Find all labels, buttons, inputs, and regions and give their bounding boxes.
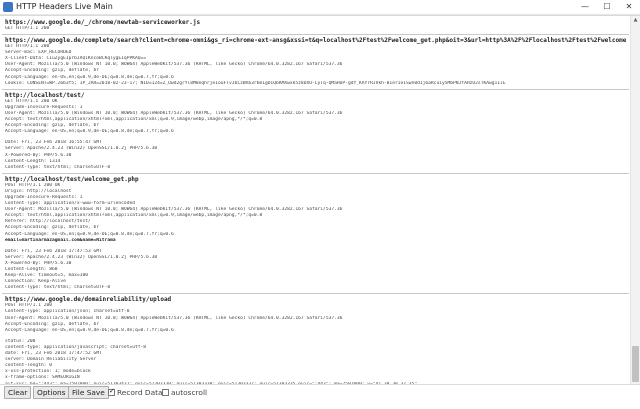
entry-url: https://www.google.de/complete/search?cl… [5, 37, 626, 45]
close-button[interactable]: ✕ [618, 0, 640, 14]
entry-url: https://www.google.de/domainreliability/… [5, 296, 172, 304]
log-entry: https://www.google.de/domainreliability/… [2, 294, 629, 391]
log-entry: http://localhost/test/welcome_get.php POS… [2, 174, 629, 295]
entry-header-line: Cookie: CONSENT=WP.26b3f5; 1P_JAR=2018-0… [5, 80, 506, 86]
entry-header-line: Content-Type: text/html; charset=UTF-8 [5, 285, 111, 291]
log-entry: https://www.google.de/_/chrome/newtab-se… [2, 17, 629, 36]
entry-header-line: GET HTTP/1.1 200 [5, 26, 50, 31]
record-data-label: Record Data [117, 388, 163, 397]
bottom-toolbar: Clear Options File Save Record Data auto… [0, 384, 640, 401]
autoscroll-label: autoscroll [171, 388, 208, 397]
maximize-button[interactable]: ☐ [596, 0, 618, 14]
vertical-scrollbar[interactable]: ▲ ▼ [630, 16, 640, 393]
entry-url: https://www.google.de/_/chrome/newtab-se… [5, 19, 201, 26]
record-data-checkbox[interactable] [108, 387, 115, 396]
minimize-button[interactable]: — [574, 0, 596, 14]
entry-url: http://localhost/test/ [5, 91, 85, 99]
scrollbar-thumb[interactable] [632, 346, 639, 382]
log-panel: https://www.google.de/_/chrome/newtab-se… [0, 15, 640, 409]
options-button[interactable]: Options [33, 386, 70, 399]
log-entry: http://localhost/test/GET HTTP/1.1 200 O… [2, 90, 629, 174]
autoscroll-checkbox[interactable] [162, 389, 169, 396]
file-save-button[interactable]: File Save [68, 386, 109, 399]
entry-header-line: Content-Type: text/html; charset=UTF-8 [5, 164, 111, 170]
window-title: HTTP Headers Live Main [16, 2, 113, 11]
header-log[interactable]: https://www.google.de/_/chrome/newtab-se… [2, 17, 629, 405]
entry-url: http://localhost/test/welcome_get.php [5, 175, 139, 183]
title-bar: HTTP Headers Live Main — ☐ ✕ [0, 0, 640, 15]
scroll-up-icon[interactable]: ▲ [632, 17, 639, 24]
log-entry: https://www.google.de/complete/search?cl… [2, 35, 629, 90]
clear-button[interactable]: Clear [4, 386, 32, 399]
app-icon [3, 2, 13, 12]
